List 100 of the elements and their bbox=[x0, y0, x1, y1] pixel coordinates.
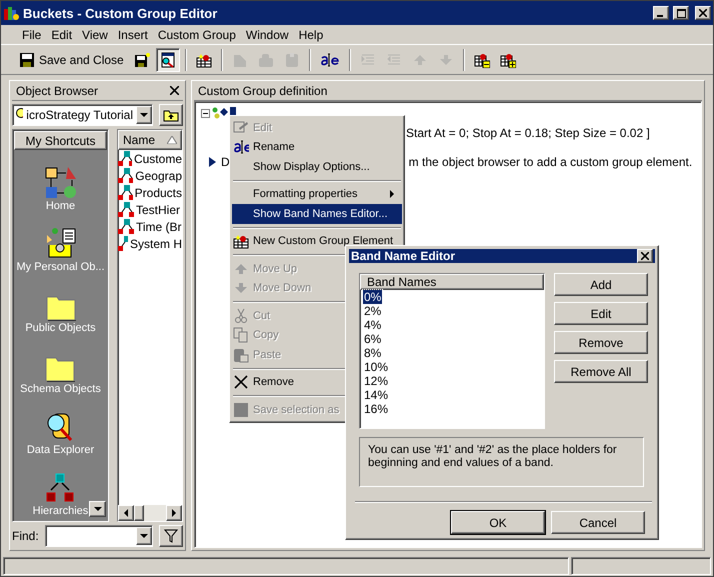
maximize-button[interactable] bbox=[673, 6, 689, 20]
parent-folder-button[interactable] bbox=[159, 104, 183, 126]
list-item[interactable]: Custome bbox=[134, 152, 182, 166]
window-title: Buckets - Custom Group Editor bbox=[23, 6, 218, 20]
dialog-button[interactable]: Add bbox=[554, 273, 648, 296]
shortcuts-header[interactable]: My Shortcuts bbox=[14, 131, 107, 150]
band-item[interactable]: 2% bbox=[363, 304, 382, 318]
filter-button[interactable] bbox=[159, 525, 183, 547]
band-item[interactable]: 14% bbox=[363, 388, 390, 402]
hierarchy-icon bbox=[118, 168, 134, 184]
app-icon bbox=[3, 5, 19, 21]
caret-icon bbox=[94, 505, 102, 513]
submenu-arrow-icon bbox=[388, 190, 396, 198]
menu-item[interactable]: View bbox=[77, 28, 113, 42]
band-item[interactable]: 8% bbox=[363, 346, 382, 360]
scroll-left-button[interactable] bbox=[118, 505, 134, 521]
close-icon[interactable] bbox=[170, 86, 179, 95]
menu-item[interactable]: Show Display Options... bbox=[232, 157, 402, 176]
shortcut-label[interactable]: Hierarchies bbox=[32, 505, 88, 517]
band-item[interactable]: 0% bbox=[363, 290, 382, 304]
menu-item[interactable]: Formatting properties bbox=[232, 184, 402, 204]
close-icon bbox=[699, 9, 707, 17]
folder-up-icon bbox=[163, 108, 179, 122]
hierarchy-icon bbox=[118, 184, 133, 200]
indent-icon bbox=[360, 52, 376, 68]
column-header[interactable]: Band Names bbox=[360, 274, 544, 290]
list-item[interactable]: TestHier bbox=[136, 202, 180, 216]
hint-text: m the object browser to add a custom group element. bbox=[408, 155, 692, 169]
menu-item[interactable]: Window bbox=[240, 28, 294, 42]
band-item[interactable]: 12% bbox=[363, 374, 390, 388]
menu-item[interactable]: Insert bbox=[112, 28, 153, 42]
find-label: Find: bbox=[12, 529, 39, 543]
toolbar-button[interactable] bbox=[156, 48, 180, 72]
shortcut-label[interactable]: Home bbox=[46, 200, 76, 212]
caret-icon bbox=[122, 509, 130, 517]
dialog-button[interactable]: Edit bbox=[554, 302, 648, 325]
rename-icon bbox=[320, 52, 340, 68]
close-button[interactable] bbox=[637, 249, 653, 263]
shortcut-label[interactable]: My Personal Ob... bbox=[16, 261, 105, 273]
collapse-icon[interactable] bbox=[201, 108, 210, 118]
dialog-button[interactable]: Remove bbox=[554, 331, 648, 354]
band-definition-text: Start At = 0; Stop At = 0.18; Step Size = 0.02 ] bbox=[406, 126, 650, 140]
hint-text: D bbox=[221, 155, 230, 169]
list-item[interactable]: Geograp bbox=[135, 168, 182, 182]
project-dropdown[interactable]: icroStrategy Tutorial bbox=[12, 104, 153, 126]
dialog-button[interactable]: Remove All bbox=[554, 360, 648, 383]
grid-star-icon bbox=[233, 233, 249, 250]
close-icon bbox=[641, 252, 649, 260]
scroll-down-button[interactable] bbox=[89, 501, 106, 517]
dialog-button[interactable]: OK bbox=[451, 511, 545, 534]
rename-icon bbox=[233, 139, 249, 156]
shortcut-label[interactable]: Schema Objects bbox=[20, 383, 101, 395]
window-search-icon bbox=[160, 52, 176, 68]
grid-minus-icon bbox=[474, 52, 490, 68]
panel-title: Object Browser bbox=[16, 84, 98, 98]
menu-item[interactable]: File bbox=[17, 28, 46, 42]
menu-item[interactable]: Help bbox=[294, 28, 328, 42]
scrollbar-thumb[interactable] bbox=[134, 505, 144, 521]
menu-item[interactable]: Edit bbox=[46, 28, 78, 42]
grid-plus-icon bbox=[500, 52, 516, 68]
caret-icon bbox=[140, 532, 148, 540]
dialog-button[interactable]: Cancel bbox=[551, 511, 645, 534]
paste-icon bbox=[233, 346, 249, 363]
caret-icon bbox=[140, 111, 148, 119]
find-field[interactable] bbox=[44, 525, 153, 547]
hierarchy-icon bbox=[118, 150, 132, 166]
list-item[interactable]: System H bbox=[130, 236, 182, 250]
scissors-icon bbox=[233, 308, 249, 324]
save-and-close-button[interactable]: Save and Close bbox=[15, 48, 128, 72]
square-icon bbox=[233, 402, 249, 418]
list-item[interactable]: Time (Br bbox=[136, 220, 182, 234]
hint-text: You can use '#1' and '#2' as the place holders for beginning and end values of a band. bbox=[359, 437, 644, 487]
band-item[interactable]: 16% bbox=[363, 402, 390, 416]
shortcut-label[interactable]: Data Explorer bbox=[26, 444, 94, 456]
caret-icon bbox=[170, 509, 178, 517]
dialog-title: Band Name Editor bbox=[351, 249, 456, 263]
outdent-icon bbox=[386, 52, 402, 68]
panel-title: Custom Group definition bbox=[198, 84, 328, 98]
band-item[interactable]: 4% bbox=[363, 318, 382, 332]
menu-item[interactable]: Show Band Names Editor... bbox=[232, 204, 402, 224]
sort-icon bbox=[167, 136, 177, 144]
copy-icon bbox=[233, 327, 249, 344]
cross-icon bbox=[233, 374, 249, 390]
funnel-icon bbox=[164, 529, 178, 543]
band-item[interactable]: 6% bbox=[363, 332, 382, 346]
maximize-icon bbox=[676, 8, 686, 18]
menu-item[interactable]: New Custom Group Element bbox=[232, 232, 402, 251]
band-item[interactable]: 10% bbox=[363, 360, 390, 374]
scroll-right-button[interactable] bbox=[166, 505, 182, 521]
grid-star-icon bbox=[196, 52, 212, 68]
hierarchy-icon bbox=[118, 202, 134, 218]
close-button[interactable] bbox=[695, 6, 711, 20]
minimize-button[interactable] bbox=[653, 6, 669, 20]
pointer-icon bbox=[209, 157, 216, 167]
column-header[interactable]: Name bbox=[118, 130, 182, 150]
menu-item[interactable]: Custom Group bbox=[152, 28, 241, 42]
menu-item[interactable]: Rename bbox=[232, 138, 402, 157]
list-item[interactable]: Products bbox=[134, 186, 182, 200]
shapes-icon bbox=[44, 166, 78, 200]
shortcut-label[interactable]: Public Objects bbox=[25, 322, 96, 334]
